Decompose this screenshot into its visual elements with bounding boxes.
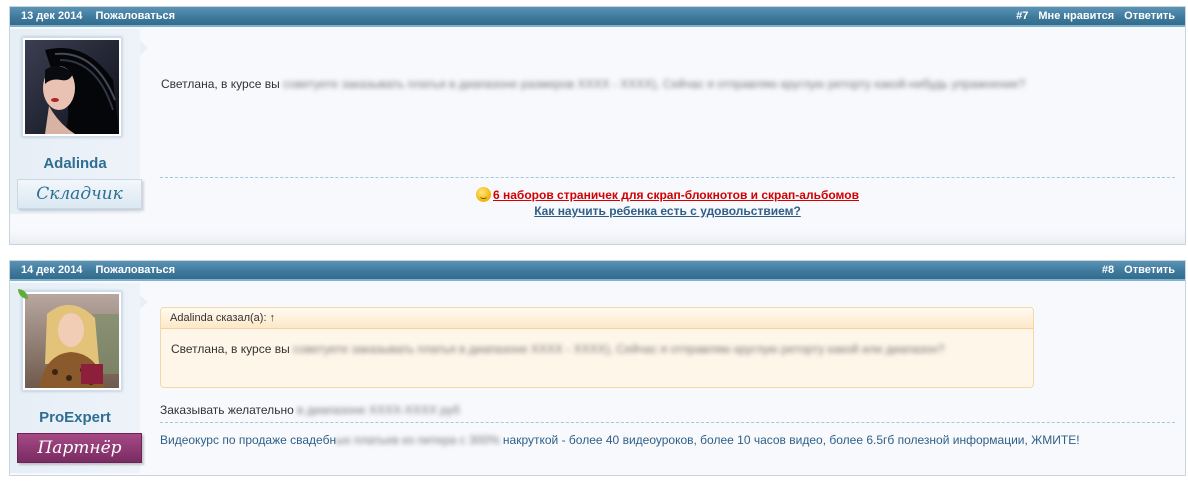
signature-second-line: Как научить ребенка есть с удовольствием… <box>160 204 1175 218</box>
signature-link-scrap[interactable]: 6 наборов страничек для скрап-блокнотов … <box>493 188 859 202</box>
quote-block: Adalinda сказал(а): ↑ Светлана, в курсе … <box>160 307 1034 388</box>
avatar-image <box>25 40 119 134</box>
rank-badge: Партнёр <box>17 433 142 463</box>
message-blurred-text: советуете заказывать платья в диапазоне … <box>283 77 1026 91</box>
post-header-bar: 13 дек 2014 Пожаловаться #7 Мне нравится… <box>10 7 1185 27</box>
message-blurred-text: в диапазоне XXXX-XXXX руб <box>297 403 460 417</box>
signature-text-start: Видеокурс по продаже свадебн <box>160 433 337 447</box>
message-text: Светлана, в курсе вы <box>161 77 284 91</box>
post-message: Светлана, в курсе вы советуете заказыват… <box>161 77 1101 91</box>
post-body: Adalinda сказал(а): ↑ Светлана, в курсе … <box>160 261 1175 475</box>
speech-arrow <box>140 41 148 55</box>
author-sidebar: Adalinda Складчик <box>10 29 142 214</box>
avatar[interactable] <box>22 291 122 391</box>
author-nickname[interactable]: Adalinda <box>10 155 140 172</box>
author-nickname[interactable]: ProExpert <box>10 409 140 426</box>
author-sidebar: ProExpert Партнёр <box>10 283 142 473</box>
post-number-link[interactable]: #7 <box>1016 10 1028 22</box>
avatar[interactable] <box>22 37 122 137</box>
post-7: 13 дек 2014 Пожаловаться #7 Мне нравится… <box>9 6 1186 245</box>
message-text: Заказывать желательно <box>160 403 298 417</box>
smiley-icon <box>476 187 491 202</box>
speech-arrow <box>140 295 148 309</box>
reply-link[interactable]: Ответить <box>1124 10 1175 22</box>
signature-text-end: накруткой - более 40 видеоуроков, более … <box>502 433 1080 447</box>
signature-divider <box>160 177 1175 178</box>
avatar-image <box>25 294 119 388</box>
signature: 6 наборов страничек для скрап-блокнотов … <box>160 187 1175 202</box>
report-link[interactable]: Пожаловаться <box>96 10 176 22</box>
post-message: Заказывать желательно в диапазоне XXXX-X… <box>160 403 460 417</box>
post-date: 13 дек 2014 <box>21 10 83 22</box>
rank-badge: Складчик <box>17 179 142 209</box>
quote-blurred-text: советуете заказывать платья в диапазоне … <box>293 342 945 356</box>
post-date: 14 дек 2014 <box>21 264 83 276</box>
like-link[interactable]: Мне нравится <box>1038 10 1114 22</box>
quote-visible-text: Светлана, в курсе вы <box>171 342 294 356</box>
signature-blurred-text: ых платьев из питера с 300% <box>336 433 503 447</box>
post-bottom-shade <box>10 230 1185 244</box>
signature-link-child[interactable]: Как научить ребенка есть с удовольствием… <box>534 204 801 218</box>
quote-text: Светлана, в курсе вы советуете заказыват… <box>161 329 1033 358</box>
signature-link-course[interactable]: Видеокурс по продаже свадебных платьев и… <box>160 433 1080 447</box>
quote-header[interactable]: Adalinda сказал(а): ↑ <box>161 308 1033 329</box>
signature-divider <box>160 422 1175 423</box>
post-body: Светлана, в курсе вы советуете заказыват… <box>160 29 1175 229</box>
post-8: 14 дек 2014 Пожаловаться #8 Ответить Pro… <box>9 260 1186 476</box>
